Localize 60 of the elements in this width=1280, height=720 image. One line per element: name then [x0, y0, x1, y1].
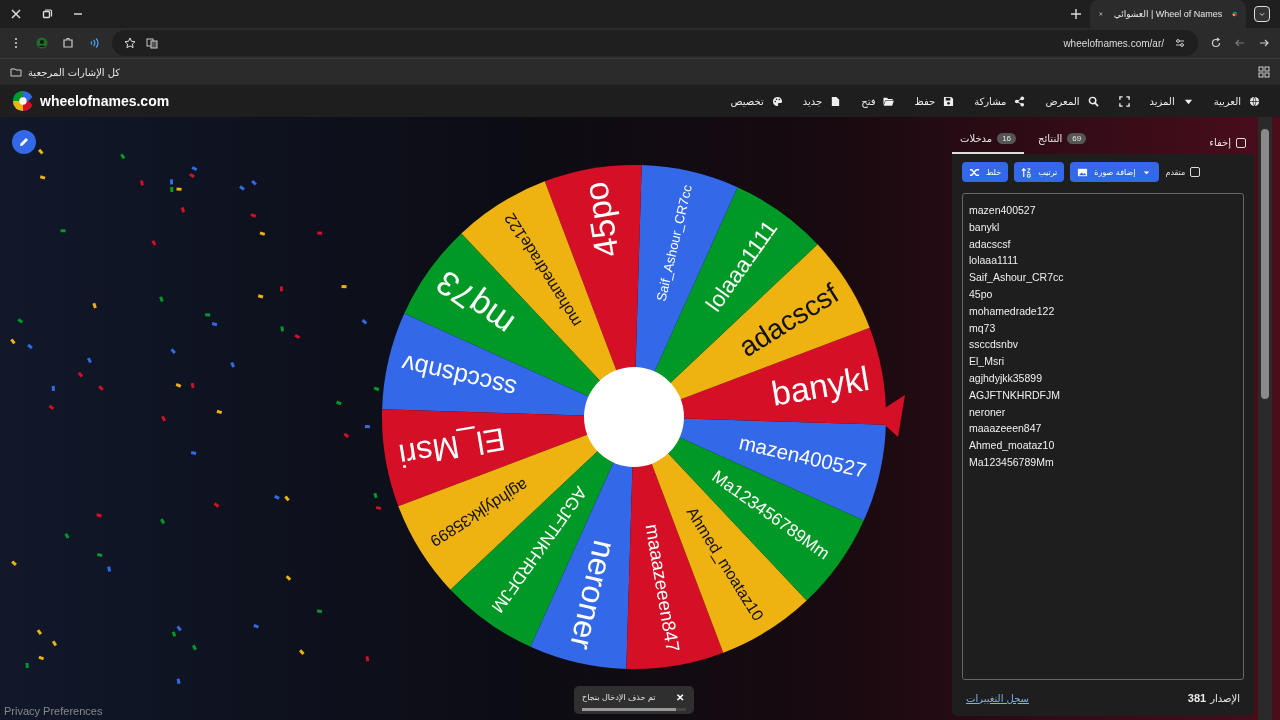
palette-icon [771, 95, 783, 107]
version-number: 381 [1187, 692, 1207, 704]
profile-icon[interactable] [36, 37, 48, 49]
file-icon [830, 95, 842, 107]
nav-link[interactable] [1118, 95, 1130, 107]
bookmark-star-icon[interactable] [124, 37, 136, 49]
browser-tab[interactable]: العشوائي | Wheel of Names [1090, 0, 1246, 28]
nav-link[interactable]: مشاركة [974, 95, 1026, 107]
toast-close-button[interactable]: ✕ [674, 692, 686, 703]
sort-icon [1021, 166, 1033, 178]
new-tab-icon[interactable] [1070, 8, 1082, 20]
shuffle-icon [969, 166, 980, 178]
changelog-link[interactable]: سجل التغييرات [966, 692, 1029, 704]
edit-button[interactable] [12, 130, 36, 154]
share-icon [1014, 95, 1026, 107]
site-settings-icon[interactable] [1174, 37, 1186, 49]
wheel-label: ssccdsnbv [398, 349, 519, 404]
nav-link[interactable]: العربية [1213, 95, 1260, 107]
entries-textarea[interactable]: mazen400527 banykl adacscsf lolaaa1111 Saif_Ashour_CR7cc 45po mohamedrade122 mq73 ssccdsnbv El_Msri agjhdyjkk35899 AGJFTNKHRDFJM neroner maaazeeen847 Ahmed_moataz10 Ma123456789Mm [962, 193, 1244, 680]
sound-icon[interactable] [88, 37, 100, 49]
close-icon[interactable] [10, 8, 22, 20]
wheel-label: El_Msri [396, 420, 508, 475]
globe-icon [1249, 95, 1260, 107]
toolbar-button[interactable]: خلط [962, 162, 1009, 182]
version-label: الإصدار [1210, 692, 1240, 704]
wheel-label: 45po [576, 179, 626, 260]
logo-icon[interactable] [12, 90, 34, 112]
nav-link[interactable]: المزيد [1149, 95, 1194, 107]
site-logo-text[interactable]: wheelofnames.com [40, 93, 170, 109]
search-icon [1087, 95, 1099, 107]
nav-link[interactable]: جديد [802, 95, 842, 107]
hide-checkbox[interactable]: إخفاء [1209, 137, 1246, 148]
pencil-icon [18, 136, 30, 148]
folder-icon [10, 66, 22, 78]
restore-icon[interactable] [41, 8, 53, 20]
back-icon[interactable] [1258, 37, 1270, 49]
forward-icon[interactable] [1234, 37, 1246, 49]
address-bar[interactable]: wheelofnames.com/ar/ [112, 30, 1198, 56]
folder-icon [883, 95, 895, 107]
fullscreen-icon [1118, 95, 1130, 107]
tab-list-icon[interactable] [1254, 6, 1270, 22]
save-icon [943, 95, 955, 107]
nav-link[interactable]: المعرض [1045, 95, 1099, 107]
apps-grid-icon[interactable] [1258, 66, 1270, 78]
toast-notification: تم حذف الإدخال بنجاح ✕ [574, 686, 694, 714]
extensions-icon[interactable] [62, 37, 74, 49]
scrollbar-thumb[interactable] [1261, 129, 1269, 399]
bookmarks-folder[interactable]: كل الإشارات المرجعية [10, 66, 121, 78]
nav-link[interactable]: فتح [861, 95, 895, 107]
wheel-label: banykl [768, 359, 872, 413]
privacy-link[interactable]: Privacy Preferences [4, 705, 103, 717]
toolbar-button[interactable]: ترتيب [1014, 162, 1065, 182]
toolbar-button[interactable]: إضافة صورة [1070, 162, 1160, 182]
advanced-checkbox[interactable]: متقدم [1165, 167, 1201, 177]
wheel-drawing[interactable] [382, 165, 886, 669]
nav-link[interactable]: حفظ [914, 95, 955, 107]
translate-icon[interactable] [146, 37, 158, 49]
nav-link[interactable]: تخصيص [730, 95, 783, 107]
reload-icon[interactable] [1210, 37, 1222, 49]
image-icon [1077, 166, 1089, 178]
